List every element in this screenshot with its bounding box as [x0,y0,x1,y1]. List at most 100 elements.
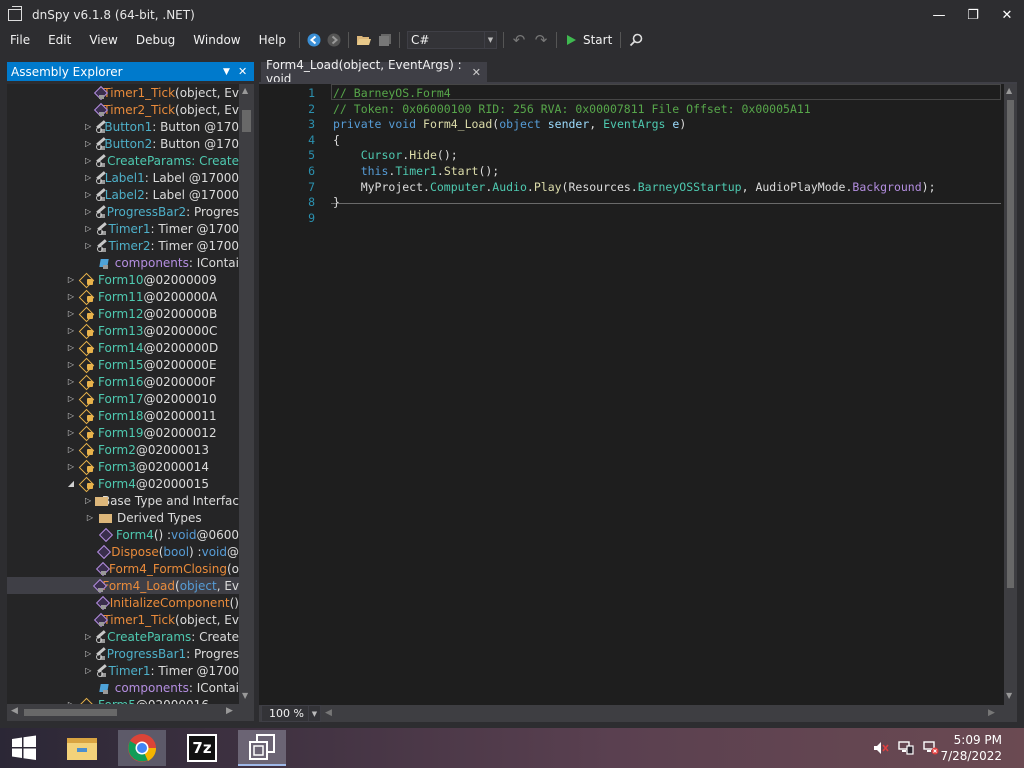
code-line[interactable]: this.Timer1.Start(); [333,163,500,179]
code-line[interactable]: Cursor.Hide(); [333,147,458,163]
search-icon[interactable] [625,30,647,50]
scroll-down-icon[interactable]: ▼ [242,691,248,700]
tree-node[interactable]: ▷ ProgressBar2 : Progres [7,203,239,220]
scroll-up-icon[interactable]: ▲ [242,86,248,95]
expand-arrow-icon[interactable]: ▷ [85,496,91,505]
dnspy-taskbar-icon[interactable] [238,730,286,766]
expand-arrow-icon[interactable]: ▷ [85,207,91,216]
network-icon[interactable] [897,740,915,756]
tree-node[interactable]: ▷ Form17 @02000010 [7,390,239,407]
tree-node[interactable]: ▷ Button2 : Button @170 [7,135,239,152]
tree-node[interactable]: ▷ CreateParams : Create [7,628,239,645]
menu-window[interactable]: Window [184,30,249,50]
tree-node[interactable]: components : IContai [7,679,239,696]
code-line[interactable]: } [333,194,340,210]
sevenzip-icon[interactable]: 7z [178,730,226,766]
menu-help[interactable]: Help [250,30,295,50]
expand-arrow-icon[interactable]: ▷ [66,462,76,471]
code-line[interactable]: private void Form4_Load(object sender, E… [333,116,686,132]
expand-arrow-icon[interactable]: ◢ [66,479,76,488]
network-error-icon[interactable] [922,740,940,756]
menu-file[interactable]: File [1,30,39,50]
tree-node[interactable]: ▷ Form3 @02000014 [7,458,239,475]
code-line[interactable]: { [333,132,340,148]
minimize-button[interactable]: — [922,0,956,30]
scroll-down-icon[interactable]: ▼ [1006,691,1012,700]
expand-arrow-icon[interactable]: ▷ [66,411,76,420]
expand-arrow-icon[interactable]: ▷ [85,241,92,250]
expand-arrow-icon[interactable]: ▷ [85,649,91,658]
tree-node[interactable]: ▷ Form11 @0200000A [7,288,239,305]
tree-node[interactable]: ▷ Form10 @02000009 [7,271,239,288]
expand-arrow-icon[interactable]: ▷ [85,156,91,165]
maximize-button[interactable]: ❐ [956,0,990,30]
tree-node[interactable]: Timer1_Tick (object, Ev [7,84,239,101]
expand-arrow-icon[interactable]: ▷ [66,343,76,352]
expand-arrow-icon[interactable]: ▷ [66,394,76,403]
scroll-left-icon[interactable]: ◀ [11,706,18,716]
windows-start-icon[interactable] [0,730,48,766]
tree-node[interactable]: Form4_Load(object, Ev [7,577,239,594]
tab-form4-load[interactable]: Form4_Load(object, EventArgs) : void ✕ [261,58,487,86]
tree-node[interactable]: ▷ ProgressBar1 : Progres [7,645,239,662]
chrome-icon[interactable] [118,730,166,766]
tree-node[interactable]: Dispose(bool) : void @ [7,543,239,560]
scroll-left-icon[interactable]: ◀ [325,708,332,718]
redo-icon[interactable]: ↷ [530,30,552,50]
save-all-icon[interactable] [375,30,395,50]
scroll-up-icon[interactable]: ▲ [1006,86,1012,95]
navigate-back-icon[interactable] [304,30,324,50]
tree-node[interactable]: Timer2_Tick (object, Ev [7,101,239,118]
expand-arrow-icon[interactable]: ▷ [66,428,76,437]
expand-arrow-icon[interactable]: ▷ [66,275,76,284]
navigate-forward-icon[interactable] [324,30,344,50]
tree-node[interactable]: ▷ Form18 @02000011 [7,407,239,424]
tree-node[interactable]: ▷ Form12 @0200000B [7,305,239,322]
tree-node[interactable]: ▷ Timer1 : Timer @1700 [7,220,239,237]
tree-node[interactable]: ▷ Label1 : Label @17000 [7,169,239,186]
expand-arrow-icon[interactable]: ▷ [66,377,76,386]
tree-node[interactable]: ▷ Timer1 : Timer @1700 [7,662,239,679]
tree-node[interactable]: ▷ Label2 : Label @17000 [7,186,239,203]
menu-edit[interactable]: Edit [39,30,80,50]
close-button[interactable]: ✕ [990,0,1024,30]
tree-node[interactable]: Timer1_Tick (object, Ev [7,611,239,628]
tree-node[interactable]: components : IContai [7,254,239,271]
menu-view[interactable]: View [80,30,126,50]
tree-node[interactable]: ▷ Form16 @0200000F [7,373,239,390]
expand-arrow-icon[interactable]: ▷ [85,173,91,182]
expand-arrow-icon[interactable]: ▷ [85,632,91,641]
expand-arrow-icon[interactable]: ▷ [85,224,92,233]
tree-node[interactable]: ▷ Form19 @02000012 [7,424,239,441]
tree-horizontal-scrollbar[interactable]: ◀ ▶ [7,704,254,721]
expand-arrow-icon[interactable]: ▷ [66,309,76,318]
expand-arrow-icon[interactable]: ▷ [85,513,95,522]
tree-node[interactable]: ▷ Derived Types [7,509,239,526]
tree-node[interactable]: Form4() : void @0600 [7,526,239,543]
scroll-thumb[interactable] [24,709,117,716]
file-explorer-icon[interactable] [58,730,106,766]
zoom-select[interactable]: 100 % ▼ [261,705,321,722]
system-clock[interactable]: 5:09 PM 7/28/2022 [940,732,1002,764]
scroll-right-icon[interactable]: ▶ [226,706,233,716]
expand-arrow-icon[interactable]: ▷ [85,139,91,148]
code-line[interactable]: // BarneyOS.Form4 [333,85,451,101]
code-line[interactable]: // Token: 0x06000100 RID: 256 RVA: 0x000… [333,101,811,117]
expand-arrow-icon[interactable]: ▷ [66,360,76,369]
tree-node[interactable]: ▷Form5 @02000016 [7,696,239,704]
expand-arrow-icon[interactable]: ▷ [66,326,76,335]
expand-arrow-icon[interactable]: ▷ [85,666,92,675]
expand-arrow-icon[interactable]: ▷ [66,292,76,301]
tab-close-icon[interactable]: ✕ [472,66,481,79]
undo-icon[interactable]: ↶ [508,30,530,50]
expand-arrow-icon[interactable]: ▷ [85,190,91,199]
scroll-thumb[interactable] [1007,100,1014,588]
tree-node[interactable]: ◢ Form4 @02000015 [7,475,239,492]
expand-arrow-icon[interactable]: ▷ [66,445,76,454]
tree-node[interactable]: ▷ Button1 : Button @170 [7,118,239,135]
volume-muted-icon[interactable] [872,740,890,756]
tree-node[interactable]: ▷ Form2 @02000013 [7,441,239,458]
open-folder-icon[interactable] [353,30,375,50]
tree-node[interactable]: ▷ CreateParams : Create [7,152,239,169]
tree-node[interactable]: ▷ Form15 @0200000E [7,356,239,373]
